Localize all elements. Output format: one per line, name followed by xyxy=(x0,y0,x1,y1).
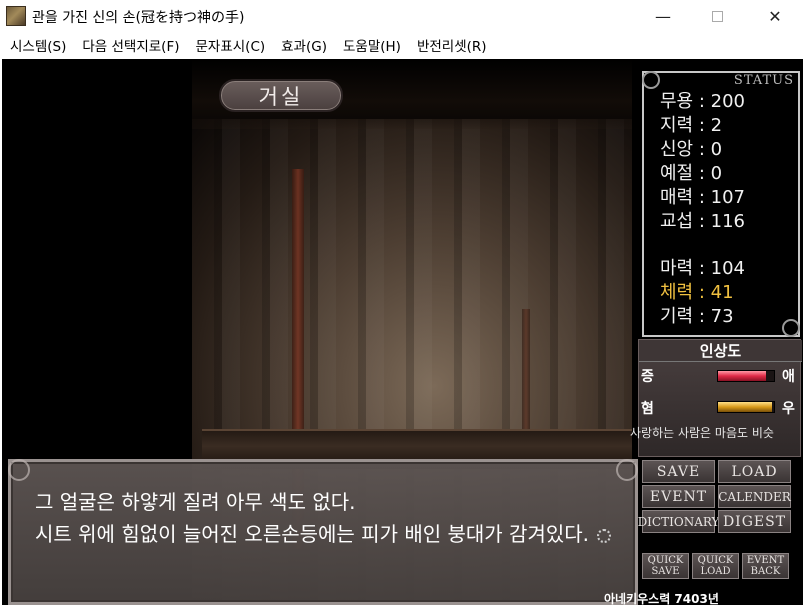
dictionary-button[interactable]: DICTIONARY xyxy=(638,510,719,533)
menu-reversal-reset[interactable]: 반전리셋(R) xyxy=(409,35,495,55)
impression-label-love: 애 xyxy=(782,369,795,385)
game-screen[interactable]: 거실 STATUS 무용 : 200 지력 : 2 신앙 : 0 예절 : 0 … xyxy=(2,59,803,605)
stat-spirit: 기력 : 73 xyxy=(660,306,734,327)
event-button[interactable]: EVENT xyxy=(642,485,715,508)
impression-bar-love-fill xyxy=(718,371,766,381)
event-back-button[interactable]: EVENT BACK xyxy=(742,553,789,579)
impression-bar-friend xyxy=(717,401,775,413)
digest-button[interactable]: DIGEST xyxy=(718,510,791,533)
title-bar: 관을 가진 신의 손(冠を持つ神の手) — ✕ xyxy=(0,0,805,33)
impression-label-dislike: 혐 xyxy=(641,401,654,417)
menu-text-display[interactable]: 문자표시(C) xyxy=(188,35,274,55)
close-icon: ✕ xyxy=(768,7,782,26)
ornament-icon xyxy=(8,459,30,481)
quick-load-button[interactable]: QUICK LOAD xyxy=(692,553,739,579)
impression-bar-love xyxy=(717,370,775,382)
stat-charm: 매력 : 107 xyxy=(660,187,745,208)
minimize-button[interactable]: — xyxy=(640,0,686,33)
event-back-label-2: BACK xyxy=(750,566,781,577)
app-icon xyxy=(6,6,26,26)
impression-label-hate: 증 xyxy=(641,369,654,385)
menu-effects[interactable]: 효과(G) xyxy=(273,35,335,55)
calender-button[interactable]: CALENDER xyxy=(718,485,791,508)
impression-label-friendship: 우 xyxy=(782,401,795,417)
ornament-icon xyxy=(782,319,800,337)
stat-etiquette: 예절 : 0 xyxy=(660,163,723,184)
ornament-icon xyxy=(642,71,660,89)
quick-save-label-1: QUICK xyxy=(647,555,684,566)
dialog-box[interactable]: 그 얼굴은 하얗게 질려 아무 색도 없다. 시트 위에 힘없이 늘어진 오른손… xyxy=(8,459,638,605)
stat-faith: 신앙 : 0 xyxy=(660,139,723,160)
dialog-line-text: 시트 위에 힘없이 늘어진 오른손등에는 피가 배인 붕대가 감겨있다. xyxy=(35,522,590,546)
stat-stamina: 체력 : 41 xyxy=(660,282,734,303)
stat-intellect: 지력 : 2 xyxy=(660,115,723,136)
maximize-icon xyxy=(711,11,723,22)
minimize-icon: — xyxy=(655,7,671,26)
save-button[interactable]: SAVE xyxy=(642,460,715,483)
quick-load-label-1: QUICK xyxy=(697,555,734,566)
text-wait-icon xyxy=(597,528,612,543)
menu-help[interactable]: 도움말(H) xyxy=(335,35,409,55)
dialog-line: 그 얼굴은 하얗게 질려 아무 색도 없다. xyxy=(35,490,356,514)
stat-martial: 무용 : 200 xyxy=(660,91,745,112)
status-panel: STATUS 무용 : 200 지력 : 2 신앙 : 0 예절 : 0 매력 … xyxy=(642,71,800,337)
stat-mana: 마력 : 104 xyxy=(660,258,745,279)
impression-quote: 사랑하는 사람은 마음도 비슷 xyxy=(630,426,774,440)
maximize-button[interactable] xyxy=(694,0,740,33)
dialog-line: 시트 위에 힘없이 늘어진 오른손등에는 피가 배인 붕대가 감겨있다. xyxy=(35,518,625,550)
impression-bar-friend-fill xyxy=(718,402,773,412)
ornament-icon xyxy=(616,459,638,481)
close-button[interactable]: ✕ xyxy=(752,0,798,33)
menu-bar: 시스템(S) 다음 선택지로(F) 문자표시(C) 효과(G) 도움말(H) 반… xyxy=(0,33,805,57)
load-button[interactable]: LOAD xyxy=(718,460,791,483)
calendar-date: 아네키우스력 7403년 xyxy=(604,592,719,605)
window-title: 관을 가진 신의 손(冠を持つ神の手) xyxy=(32,10,245,26)
status-header: STATUS xyxy=(733,73,794,88)
quick-load-label-2: LOAD xyxy=(700,566,731,577)
menu-system[interactable]: 시스템(S) xyxy=(2,35,74,55)
impression-title: 인상도 xyxy=(699,342,742,360)
event-back-label-1: EVENT xyxy=(746,555,785,566)
quick-save-button[interactable]: QUICK SAVE xyxy=(642,553,689,579)
location-plate: 거실 xyxy=(219,79,343,112)
location-name: 거실 xyxy=(258,84,304,109)
stat-negotiation: 교섭 : 116 xyxy=(660,211,745,232)
impression-header: 인상도 xyxy=(639,340,802,362)
dialog-text: 그 얼굴은 하얗게 질려 아무 색도 없다. 시트 위에 힘없이 늘어진 오른손… xyxy=(35,486,625,550)
menu-next-choice[interactable]: 다음 선택지로(F) xyxy=(74,35,187,55)
quick-save-label-2: SAVE xyxy=(651,566,680,577)
